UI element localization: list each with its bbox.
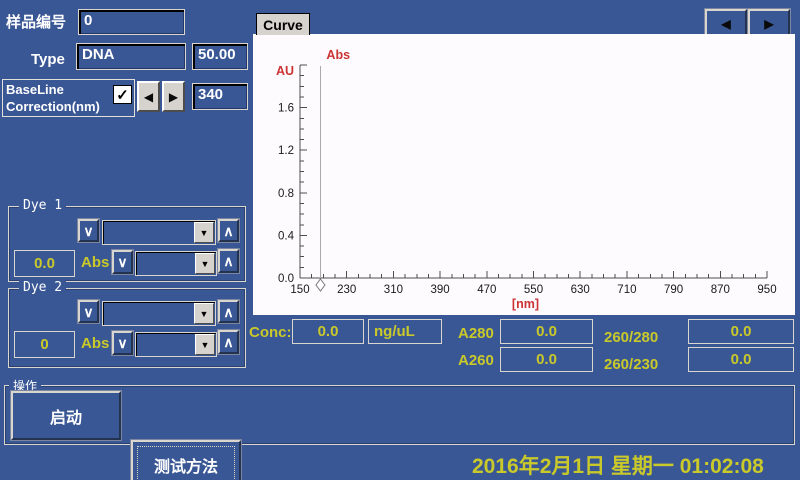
spectrum-chart-panel: 0.00.40.81.21.61502303103904705506307107… [253,34,795,315]
tab-curve[interactable]: Curve [256,13,310,35]
baseline-wavelength-input[interactable]: 340 [192,83,248,110]
svg-text:AU: AU [276,64,294,78]
dye1-abs-value: 0.0 [14,250,75,277]
svg-text:710: 710 [617,284,636,296]
chevron-down-icon: ∨ [83,224,93,238]
chevron-down-icon: ▼ [200,309,209,319]
chevron-down-icon: ▼ [200,228,209,238]
svg-text:Abs: Abs [326,48,350,62]
checkmark-icon: ✓ [116,86,129,104]
chevron-left-icon: ◀ [721,18,730,30]
dye1-group: Dye 1 ∨ ▼ ∧ 0.0 Abs ∨ ▼ ∧ [8,206,246,282]
chevron-down-icon: ▼ [201,340,210,350]
chevron-left-icon: ◀ [144,91,153,103]
svg-text:0.8: 0.8 [278,188,294,200]
datetime-text: 2016年2月1日 星期一 01:02:08 [472,450,764,480]
dye2-title: Dye 2 [19,280,66,295]
baseline-step-up-button[interactable]: ▶ [162,81,185,112]
ratio-260-280-label: 260/280 [604,329,658,346]
svg-text:630: 630 [571,284,590,296]
dye2-mode-select[interactable]: ▼ [135,332,217,357]
svg-text:390: 390 [431,284,450,296]
dye2-wavelength-down-button[interactable]: ∨ [78,300,99,323]
dye1-abs-label: Abs [81,254,109,271]
dye1-mode-down-button[interactable]: ∨ [112,250,133,274]
chevron-right-icon: ▶ [169,91,178,103]
chevron-up-icon: ∧ [223,254,233,268]
chevron-down-icon: ∨ [83,305,93,319]
svg-text:950: 950 [757,284,776,296]
dye1-mode-dropdown-button[interactable]: ▼ [195,253,215,274]
chevron-up-icon: ∧ [223,335,233,349]
chevron-right-icon: ▶ [764,18,773,30]
conc-label: Conc: [249,324,292,341]
spectrum-chart: 0.00.40.81.21.61502303103904705506307107… [253,34,795,315]
svg-text:470: 470 [477,284,496,296]
dye2-wavelength-select[interactable]: ▼ [102,301,216,326]
dye2-abs-value: 0 [14,331,75,358]
ratio-260-280-value: 0.0 [688,319,794,344]
actions-group: 操作 启动 测试方法 Blank Reblank 返回 [4,385,795,445]
dye1-wavelength-down-button[interactable]: ∨ [78,219,99,242]
a280-value: 0.0 [500,319,593,344]
svg-text:1.6: 1.6 [278,103,294,115]
ratio-260-230-label: 260/230 [604,356,658,373]
test-method-button[interactable]: 测试方法 [131,440,241,480]
factor-input[interactable]: 50.00 [192,43,248,70]
dye2-mode-up-button[interactable]: ∧ [218,330,239,354]
chevron-down-icon: ▼ [201,259,210,269]
dye1-wavelength-dropdown-button[interactable]: ▼ [194,222,214,243]
baseline-checkbox[interactable]: ✓ [113,85,132,104]
type-label: Type [31,51,65,68]
a260-label: A260 [458,352,494,369]
svg-text:550: 550 [524,284,543,296]
svg-text:230: 230 [337,284,356,296]
svg-text:[nm]: [nm] [512,297,539,311]
dye1-wavelength-up-button[interactable]: ∧ [218,219,239,242]
dye2-group: Dye 2 ∨ ▼ ∧ 0 Abs ∨ ▼ ∧ [8,288,246,368]
svg-text:150: 150 [290,284,309,296]
a280-label: A280 [458,325,494,342]
chevron-down-icon: ∨ [117,336,127,350]
wavelength-cursor-handle[interactable] [316,279,325,291]
dye2-mode-down-button[interactable]: ∨ [112,331,133,355]
start-button[interactable]: 启动 [11,391,121,440]
dye1-wavelength-select[interactable]: ▼ [102,220,216,245]
ratio-260-230-value: 0.0 [688,347,794,372]
svg-text:790: 790 [664,284,683,296]
conc-unit: ng/uL [368,319,442,344]
dye2-mode-dropdown-button[interactable]: ▼ [195,334,215,355]
a260-value: 0.0 [500,347,593,372]
chevron-up-icon: ∧ [223,224,233,238]
dye1-mode-select[interactable]: ▼ [135,251,217,276]
svg-text:1.2: 1.2 [278,145,294,157]
svg-text:0.4: 0.4 [278,230,295,242]
sample-number-input[interactable]: 0 [78,9,185,35]
dye2-wavelength-dropdown-button[interactable]: ▼ [194,303,214,324]
svg-text:310: 310 [384,284,403,296]
dye1-mode-up-button[interactable]: ∧ [218,249,239,273]
baseline-step-down-button[interactable]: ◀ [137,81,160,112]
svg-text:870: 870 [711,284,730,296]
chevron-down-icon: ∨ [117,255,127,269]
type-input[interactable]: DNA [76,43,186,70]
sample-number-label: 样品编号 [6,11,66,32]
dye2-wavelength-up-button[interactable]: ∧ [218,300,239,323]
conc-value: 0.0 [292,319,364,344]
dye1-title: Dye 1 [19,198,66,213]
dye2-abs-label: Abs [81,335,109,352]
chevron-up-icon: ∧ [223,305,233,319]
